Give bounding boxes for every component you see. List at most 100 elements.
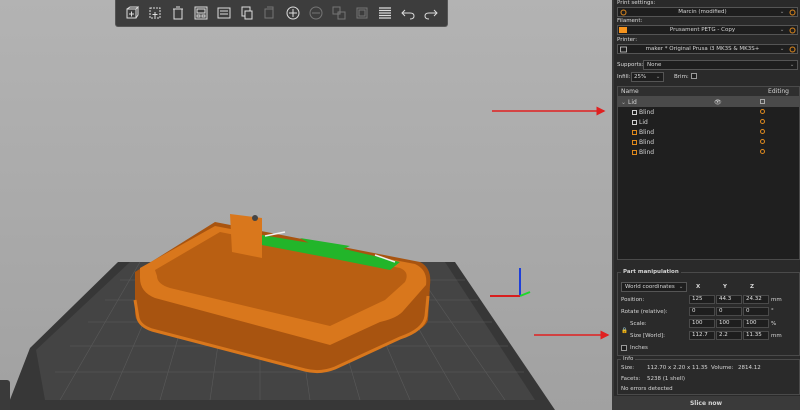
lock-icon[interactable]: 🔒: [621, 328, 628, 334]
supports-label: Supports:: [617, 62, 644, 68]
brim-checkbox[interactable]: [691, 73, 697, 79]
infill-label: Infill:: [617, 74, 631, 80]
position-x-input[interactable]: 125: [689, 295, 715, 304]
printer-value: maker * Original Prusa i3 MK3S & MK3S+: [645, 46, 760, 52]
right-sidebar: Print settings: Marcin (modified) ⌄ Fila…: [612, 0, 800, 410]
part-name: Blind: [639, 148, 655, 156]
rotate-y-input[interactable]: 0: [716, 307, 742, 316]
object-row-lid[interactable]: ⌄ Lid 👁: [618, 97, 799, 107]
delete-all-icon[interactable]: [169, 4, 187, 22]
settings-icon[interactable]: [787, 8, 797, 16]
part-icon: [632, 149, 637, 155]
part-manipulation-title: Part manipulation: [621, 269, 681, 275]
size-label: Size [World]:: [630, 333, 665, 339]
size-unit: mm: [771, 333, 782, 339]
add-object-icon[interactable]: [123, 4, 141, 22]
part-icon: [632, 109, 637, 115]
part-settings-icon[interactable]: [760, 119, 765, 124]
object-list-header: Name Editing: [618, 87, 799, 97]
position-z-input[interactable]: 24.32: [743, 295, 769, 304]
eye-icon[interactable]: 👁: [714, 99, 722, 106]
collapse-sidebar-icon[interactable]: [0, 380, 10, 410]
printer-combo[interactable]: maker * Original Prusa i3 MK3S & MK3S+ ⌄: [617, 44, 798, 54]
col-name-header[interactable]: Name: [618, 88, 758, 95]
part-name: Blind: [639, 108, 655, 116]
3d-viewport[interactable]: [0, 0, 612, 410]
part-settings-icon[interactable]: [760, 109, 765, 114]
top-toolbar: [115, 0, 448, 27]
size-z-input[interactable]: 11.35: [743, 331, 769, 340]
part-row[interactable]: Blind: [618, 107, 799, 117]
object-name: Lid: [628, 98, 637, 106]
part-settings-icon[interactable]: [760, 149, 765, 154]
col-editing-header[interactable]: Editing: [758, 88, 799, 95]
part-row[interactable]: Blind: [618, 147, 799, 157]
print-settings-combo[interactable]: Marcin (modified) ⌄: [617, 7, 798, 17]
settings-icon[interactable]: [787, 45, 797, 53]
scale-y-input[interactable]: 100: [716, 319, 742, 328]
chevron-down-icon[interactable]: ⌄: [777, 27, 787, 33]
part-icon: [632, 129, 637, 135]
axis-x-label: X: [696, 284, 701, 290]
coordinates-combo[interactable]: World coordinates ⌄: [621, 282, 687, 292]
info-title: Info: [621, 356, 636, 362]
info-volume-value: 2814.12: [738, 365, 761, 371]
part-row[interactable]: Blind: [618, 137, 799, 147]
chevron-down-icon[interactable]: ⌄: [777, 9, 787, 15]
chevron-down-icon[interactable]: ⌄: [777, 46, 787, 52]
info-errors: No errors detected: [621, 386, 673, 392]
chevron-down-icon[interactable]: ⌄: [676, 284, 686, 290]
position-y-input[interactable]: 44.3: [716, 295, 742, 304]
size-x-input[interactable]: 112.7: [689, 331, 715, 340]
info-volume-label: Volume:: [711, 365, 734, 371]
printer-label: Printer:: [617, 37, 638, 43]
redo-icon[interactable]: [422, 4, 440, 22]
copy-icon[interactable]: [215, 4, 233, 22]
filament-value: Prusament PETG - Copy: [669, 27, 736, 33]
chevron-down-icon[interactable]: ⌄: [653, 74, 663, 80]
split-objects-icon[interactable]: [330, 4, 348, 22]
axis-z-label: Z: [750, 284, 754, 290]
undo-icon[interactable]: [399, 4, 417, 22]
inches-label: Inches: [630, 345, 648, 351]
size-y-input[interactable]: 2.2: [716, 331, 742, 340]
coordinates-value: World coordinates: [625, 284, 675, 290]
part-row[interactable]: Blind: [618, 127, 799, 137]
object-list[interactable]: Name Editing ⌄ Lid 👁 Blind Lid Blind Bli…: [617, 86, 800, 260]
split-parts-icon[interactable]: [353, 4, 371, 22]
object-editing-icon[interactable]: [760, 99, 765, 104]
part-row[interactable]: Lid: [618, 117, 799, 127]
info-facets-label: Facets:: [621, 376, 641, 382]
settings-icon[interactable]: [787, 26, 797, 34]
part-name: Blind: [639, 138, 655, 146]
printer-icon: [618, 45, 628, 53]
rotate-x-input[interactable]: 0: [689, 307, 715, 316]
axis-y-label: Y: [723, 284, 727, 290]
part-settings-icon[interactable]: [760, 139, 765, 144]
add-instance-icon[interactable]: [284, 4, 302, 22]
remove-instance-icon[interactable]: [307, 4, 325, 22]
layers-editing-icon[interactable]: [376, 4, 394, 22]
inches-checkbox[interactable]: [621, 345, 627, 351]
position-unit: mm: [771, 297, 782, 303]
supports-combo[interactable]: None ⌄: [643, 60, 798, 70]
collapse-arrow-icon[interactable]: ⌄: [618, 99, 628, 106]
paste-icon[interactable]: [238, 4, 256, 22]
scale-x-input[interactable]: 100: [689, 319, 715, 328]
part-settings-icon[interactable]: [760, 129, 765, 134]
info-panel: Info Size: 112.70 x 2.20 x 11.35 Volume:…: [617, 356, 800, 395]
position-label: Position:: [621, 297, 645, 303]
scale-z-input[interactable]: 100: [743, 319, 769, 328]
print-settings-label: Print settings:: [617, 0, 656, 6]
filament-color-swatch[interactable]: [618, 26, 628, 34]
infill-combo[interactable]: 25% ⌄: [631, 72, 664, 82]
rotate-z-input[interactable]: 0: [743, 307, 769, 316]
delete-icon[interactable]: [146, 4, 164, 22]
chevron-down-icon[interactable]: ⌄: [787, 62, 797, 68]
paste-disabled-icon[interactable]: [261, 4, 279, 22]
filament-combo[interactable]: Prusament PETG - Copy ⌄: [617, 25, 798, 35]
arrange-icon[interactable]: [192, 4, 210, 22]
part-name: Blind: [639, 128, 655, 136]
slice-now-button[interactable]: Slice now: [612, 396, 800, 410]
info-facets-value: 5238 (1 shell): [647, 376, 686, 382]
